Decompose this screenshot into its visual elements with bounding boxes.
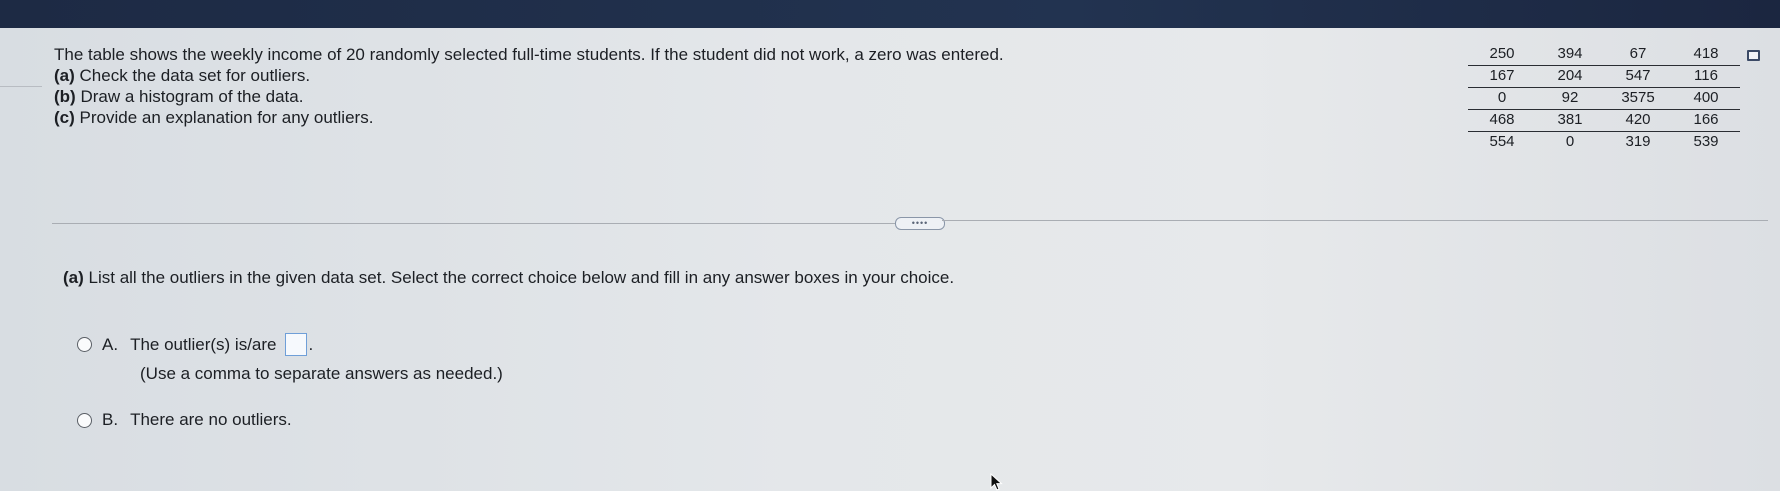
table-row: 468 381 420 166 <box>1468 109 1740 132</box>
question-part-c: (c) Provide an explanation for any outli… <box>54 108 374 127</box>
table-cell: 167 <box>1468 65 1536 88</box>
table-cell: 116 <box>1672 65 1740 88</box>
table-cell: 0 <box>1536 131 1604 153</box>
ellipsis-icon: •••• <box>911 218 929 228</box>
table-cell: 0 <box>1468 87 1536 110</box>
question-part-a: (a) Check the data set for outliers. <box>54 66 311 85</box>
radio-choice-a[interactable] <box>77 337 92 352</box>
table-cell: 547 <box>1604 65 1672 88</box>
radio-choice-b[interactable] <box>77 412 92 428</box>
copy-data-icon[interactable] <box>1747 50 1760 61</box>
table-cell: 420 <box>1604 109 1672 132</box>
table-cell: 539 <box>1672 131 1740 153</box>
divider <box>0 86 42 87</box>
table-row: 167 204 547 116 <box>1468 65 1740 88</box>
section-divider <box>942 220 1768 221</box>
mouse-pointer-icon <box>990 473 1003 491</box>
table-row: 0 92 3575 400 <box>1468 87 1740 110</box>
table-cell: 468 <box>1468 109 1536 132</box>
choice-b[interactable]: B. There are no outliers. <box>77 410 292 430</box>
answer-hint: (Use a comma to separate answers as need… <box>140 364 503 383</box>
table-cell: 394 <box>1557 45 1583 62</box>
top-bar <box>0 0 1780 28</box>
table-cell: 166 <box>1672 109 1740 132</box>
choice-a-text: The outlier(s) is/are <box>130 334 277 354</box>
choice-a[interactable]: A. The outlier(s) is/are . <box>77 333 313 356</box>
question-intro: The table shows the weekly income of 20 … <box>54 45 1004 64</box>
table-cell: 418 <box>1693 45 1719 62</box>
table-cell: 92 <box>1536 87 1604 110</box>
table-cell: 400 <box>1672 87 1740 110</box>
table-cell: 250 <box>1489 45 1515 62</box>
table-row: 554 0 319 539 <box>1468 131 1740 153</box>
part-a-prompt: (a) List all the outliers in the given d… <box>63 268 955 287</box>
table-cell: 554 <box>1468 131 1536 153</box>
outlier-answer-box[interactable] <box>284 333 307 356</box>
choice-b-letter: B. <box>102 410 119 429</box>
question-part-b: (b) Draw a histogram of the data. <box>54 87 304 106</box>
table-cell: 381 <box>1536 109 1604 132</box>
table-cell: 319 <box>1604 131 1672 153</box>
table-cell: 3575 <box>1604 87 1672 110</box>
choice-b-text: There are no outliers. <box>130 410 292 429</box>
choice-a-suffix: . <box>308 334 314 354</box>
section-divider <box>52 223 898 224</box>
table-cell: 204 <box>1536 65 1604 88</box>
question-text: The table shows the weekly income of 20 … <box>54 44 1004 128</box>
table-row: 250 394 67 418 <box>1468 44 1740 66</box>
income-data-table: 250 394 67 418 167 204 547 116 0 92 3575… <box>1468 44 1740 153</box>
table-cell: 67 <box>1629 45 1647 62</box>
expand-ellipsis-button[interactable]: •••• <box>895 217 945 230</box>
choice-a-letter: A. <box>102 334 119 354</box>
